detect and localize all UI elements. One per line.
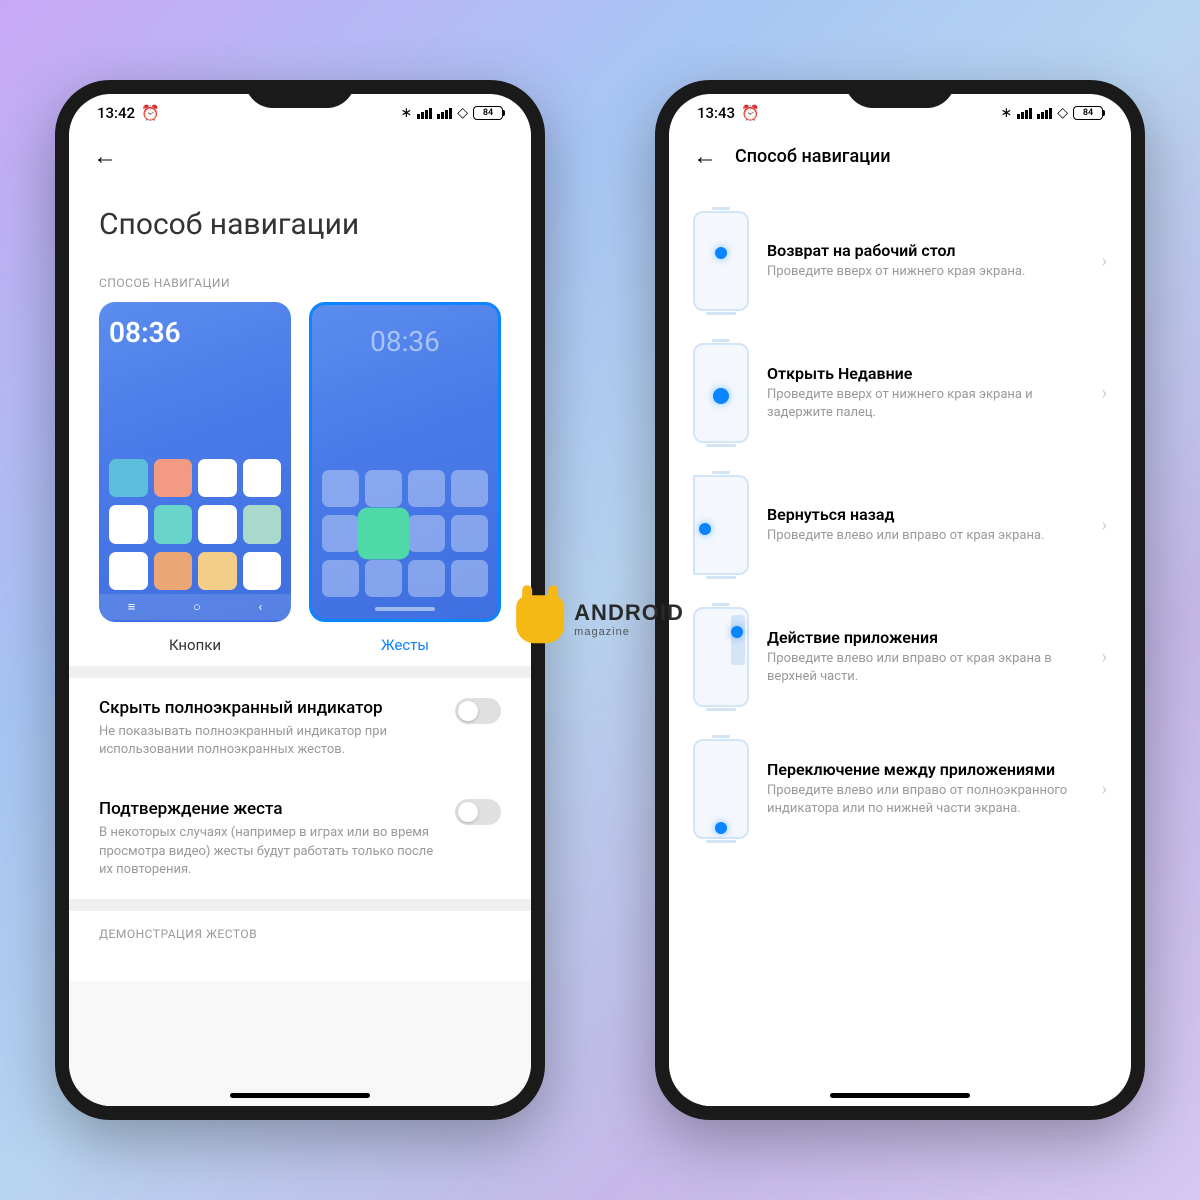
- gesture-desc: Проведите влево или вправо от края экран…: [767, 650, 1084, 685]
- gesture-title: Возврат на рабочий стол: [767, 241, 1084, 260]
- preview-time: 08:36: [322, 325, 488, 358]
- content[interactable]: Способ навигации СПОСОБ НАВИГАЦИИ 08:36 …: [69, 185, 531, 1106]
- toggle-switch[interactable]: [455, 799, 501, 825]
- gesture-home[interactable]: Возврат на рабочий стол Проведите вверх …: [669, 195, 1131, 327]
- gesture-bar-icon: [375, 607, 435, 611]
- section-label: ДЕМОНСТРАЦИЯ ЖЕСТОВ: [69, 911, 531, 981]
- gesture-desc: Проведите вверх от нижнего края экрана и…: [767, 386, 1084, 421]
- signal-icon: [1037, 108, 1052, 119]
- battery-icon: 84: [1073, 106, 1103, 120]
- screen-right: 13:43 ⏰ ∗ ◇ 84 ← Способ навигации Возвра…: [669, 94, 1131, 1106]
- bluetooth-icon: ∗: [1000, 105, 1012, 121]
- android-mascot-icon: [516, 595, 564, 643]
- page-title: Способ навигации: [69, 185, 531, 260]
- back-button[interactable]: ←: [93, 142, 117, 171]
- gesture-desc: Проведите влево или вправо от полноэкран…: [767, 782, 1084, 817]
- alarm-icon: ⏰: [741, 104, 760, 122]
- toggle-switch[interactable]: [455, 698, 501, 724]
- option-label: Кнопки: [169, 636, 221, 654]
- gesture-recents-icon: [693, 343, 749, 443]
- gesture-title: Вернуться назад: [767, 505, 1084, 524]
- signal-icon: [417, 108, 432, 119]
- option-buttons[interactable]: 08:36 ≡○‹ Кнопки: [99, 302, 291, 654]
- option-label: Жесты: [381, 636, 429, 654]
- home-indicator[interactable]: [830, 1093, 970, 1098]
- chevron-right-icon: ›: [1102, 515, 1107, 536]
- section-label: СПОСОБ НАВИГАЦИИ: [69, 260, 531, 302]
- notch: [245, 80, 355, 108]
- gesture-title: Переключение между приложениями: [767, 760, 1084, 779]
- gesture-recents[interactable]: Открыть Недавние Проведите вверх от нижн…: [669, 327, 1131, 459]
- setting-desc: Не показывать полноэкранный индикатор пр…: [99, 723, 439, 759]
- back-button[interactable]: ←: [693, 142, 717, 171]
- gesture-home-icon: [693, 211, 749, 311]
- preview-time: 08:36: [109, 316, 281, 349]
- gesture-back-icon: [693, 475, 749, 575]
- notch: [845, 80, 955, 108]
- setting-desc: В некоторых случаях (например в играх ил…: [99, 824, 439, 879]
- gesture-switch-apps[interactable]: Переключение между приложениями Проведит…: [669, 723, 1131, 855]
- status-time: 13:43: [697, 104, 735, 122]
- screen-left: 13:42 ⏰ ∗ ◇ 84 ← Способ навигации СПОСОБ…: [69, 94, 531, 1106]
- setting-hide-indicator[interactable]: Скрыть полноэкранный индикатор Не показы…: [69, 678, 531, 779]
- phone-left: 13:42 ⏰ ∗ ◇ 84 ← Способ навигации СПОСОБ…: [55, 80, 545, 1120]
- chevron-right-icon: ›: [1102, 251, 1107, 272]
- watermark: ANDROID magazine: [516, 595, 684, 643]
- wifi-icon: ◇: [457, 105, 468, 121]
- setting-title: Подтверждение жеста: [99, 799, 439, 819]
- header: ←: [69, 128, 531, 185]
- gesture-app-action-icon: [693, 607, 749, 707]
- gesture-back[interactable]: Вернуться назад Проведите влево или впра…: [669, 459, 1131, 591]
- status-time: 13:42: [97, 104, 135, 122]
- gesture-desc: Проведите влево или вправо от края экран…: [767, 527, 1084, 545]
- watermark-title: ANDROID: [574, 600, 684, 626]
- signal-icon: [1017, 108, 1032, 119]
- setting-title: Скрыть полноэкранный индикатор: [99, 698, 439, 718]
- gesture-app-action[interactable]: Действие приложения Проведите влево или …: [669, 591, 1131, 723]
- setting-confirm-gesture[interactable]: Подтверждение жеста В некоторых случаях …: [69, 779, 531, 899]
- chevron-right-icon: ›: [1102, 383, 1107, 404]
- wifi-icon: ◇: [1057, 105, 1068, 121]
- header-title: Способ навигации: [735, 146, 891, 167]
- divider: [69, 899, 531, 911]
- gesture-switch-icon: [693, 739, 749, 839]
- chevron-right-icon: ›: [1102, 779, 1107, 800]
- home-indicator[interactable]: [230, 1093, 370, 1098]
- preview-navbar-icon: ≡○‹: [99, 594, 291, 620]
- gesture-desc: Проведите вверх от нижнего края экрана.: [767, 263, 1084, 281]
- option-gestures[interactable]: 08:36 Жесты: [309, 302, 501, 654]
- bluetooth-icon: ∗: [400, 105, 412, 121]
- chevron-right-icon: ›: [1102, 647, 1107, 668]
- gesture-title: Действие приложения: [767, 628, 1084, 647]
- phone-right: 13:43 ⏰ ∗ ◇ 84 ← Способ навигации Возвра…: [655, 80, 1145, 1120]
- divider: [69, 666, 531, 678]
- watermark-sub: magazine: [574, 626, 684, 638]
- content[interactable]: Возврат на рабочий стол Проведите вверх …: [669, 185, 1131, 1106]
- nav-method-options: 08:36 ≡○‹ Кнопки 08:36 Жесты: [69, 302, 531, 666]
- gesture-title: Открыть Недавние: [767, 364, 1084, 383]
- signal-icon: [437, 108, 452, 119]
- alarm-icon: ⏰: [141, 104, 160, 122]
- header: ← Способ навигации: [669, 128, 1131, 185]
- battery-icon: 84: [473, 106, 503, 120]
